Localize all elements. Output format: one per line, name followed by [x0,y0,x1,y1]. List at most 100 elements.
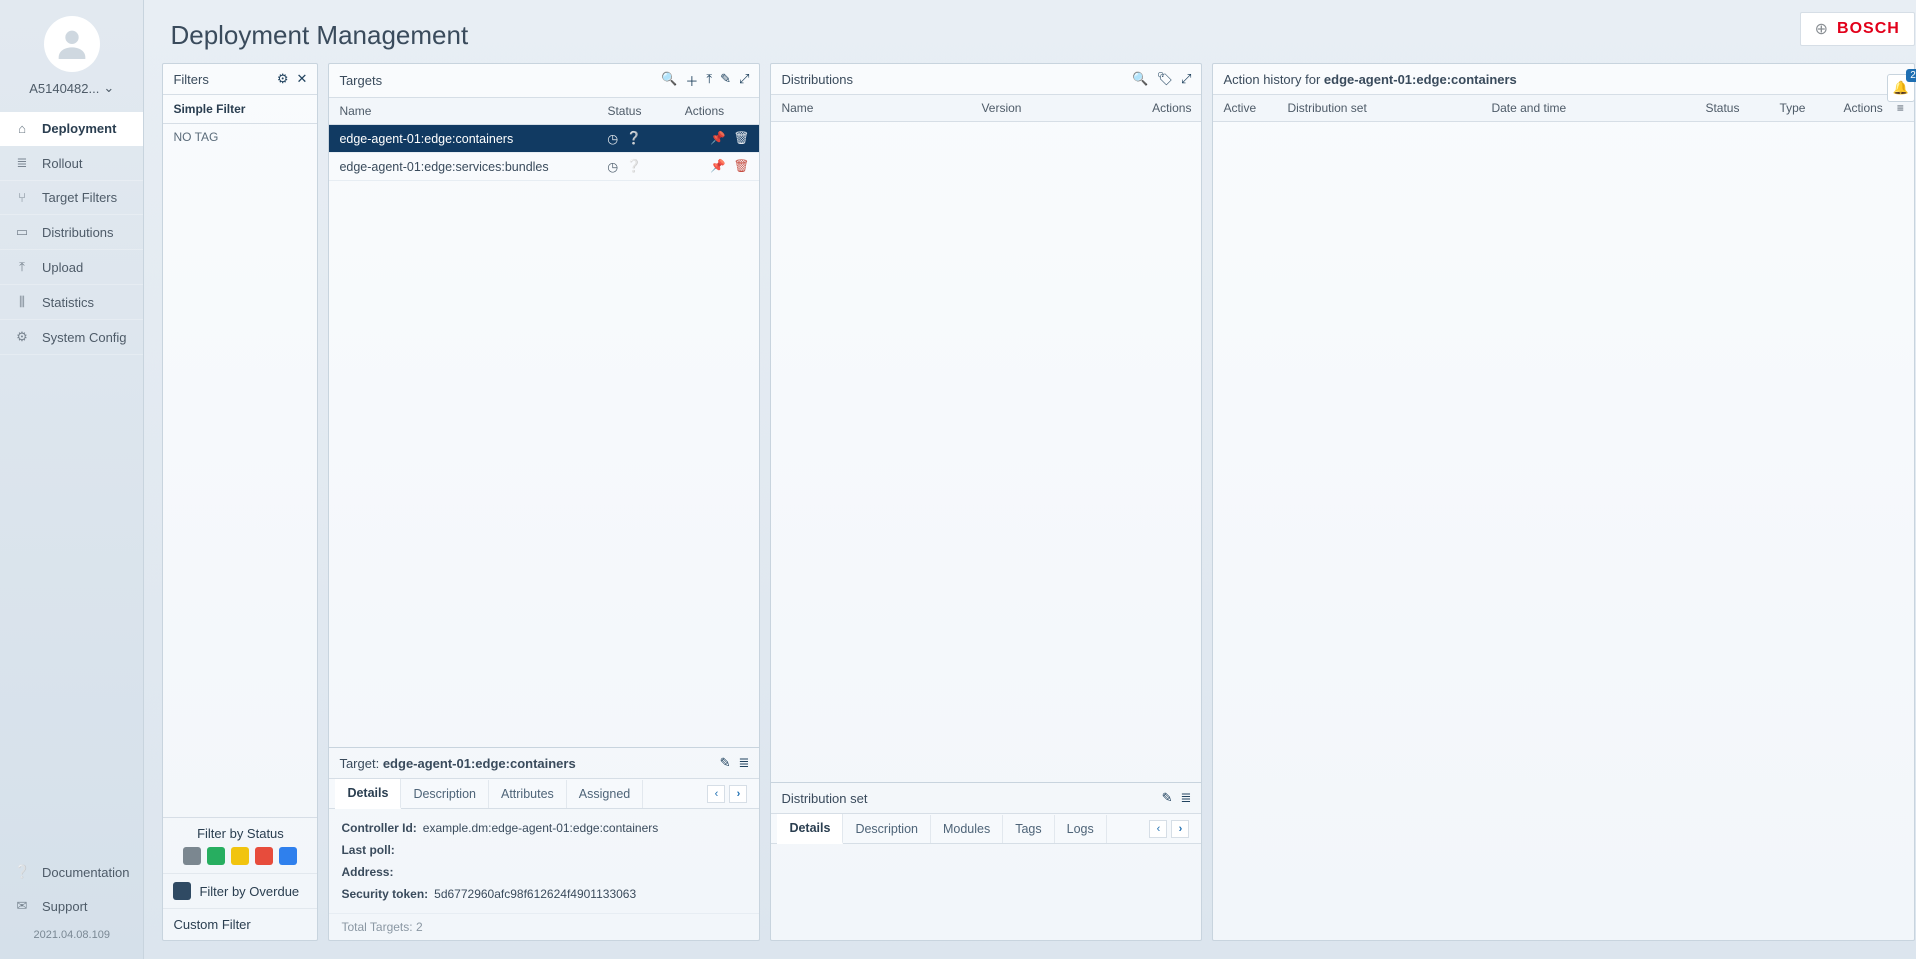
k-address: Address: [341,865,393,879]
expand-icon: ⤢ [739,71,749,86]
distribution-detail-edit-button[interactable]: ✎ [1162,790,1173,806]
col-actions: Actions [1843,101,1882,115]
search-icon: 🔍 [661,71,677,86]
nav-upload[interactable]: ⤒ Upload [0,250,143,285]
tab-details[interactable]: Details [335,779,401,809]
main-nav: ⌂Deployment ≣Rollout ⑂ Target Filters ▭Di… [0,112,143,355]
close-icon: ✕ [297,71,308,86]
tab-logs[interactable]: Logs [1055,815,1107,843]
tab-attributes[interactable]: Attributes [489,780,567,808]
col-status: Status [1705,101,1765,115]
search-icon: 🔍 [1132,71,1148,86]
pencil-icon: ✎ [720,71,731,86]
action-history-panel: Action history for edge-agent-01:edge:co… [1212,63,1914,941]
list-icon: ≣ [1181,790,1192,805]
nav-statistics[interactable]: ⫼Statistics [0,285,143,320]
targets-search-button[interactable]: 🔍 [661,71,677,90]
nav-deployment[interactable]: ⌂Deployment [0,112,143,146]
tabs-prev-button[interactable]: ‹ [707,785,725,803]
gear-icon: ⚙ [277,71,289,86]
trash-icon[interactable]: 🗑 [734,131,750,146]
tabs-next-button[interactable]: › [1171,820,1189,838]
tab-assigned[interactable]: Assigned [567,780,643,808]
distribution-detail-list-button[interactable]: ≣ [1181,790,1192,806]
briefcase-icon: ▭ [14,224,30,240]
sidebar-bottom: ❔Documentation ✉Support 2021.04.08.109 [0,855,143,959]
col-actions: Actions [1101,101,1191,115]
targets-add-button[interactable]: ＋ [685,71,698,90]
filter-icon: ⑂ [14,190,30,205]
notifications-button[interactable]: 🔔 2 [1887,74,1915,102]
filters-close-button[interactable]: ✕ [297,71,308,87]
nav-support[interactable]: ✉Support [0,889,143,923]
nav-label: Statistics [42,295,94,310]
nav-distributions[interactable]: ▭Distributions [0,215,143,250]
menu-icon: ≡ [1897,101,1904,115]
targets-footer: Total Targets: 2 [329,913,759,940]
nav-label: Support [42,899,88,914]
user-menu[interactable]: A5140482... ⌄ [29,80,114,96]
clock-icon: ◷ [607,159,618,174]
distribution-detail-tabs: Details Description Modules Tags Logs ‹ … [771,814,1201,844]
nav-label: Target Filters [42,190,117,205]
target-detail-list-button[interactable]: ≣ [739,755,750,771]
distributions-tag-button[interactable]: 🏷 [1157,71,1174,87]
tag-icon: 🏷 [1157,71,1174,86]
targets-edit-button[interactable]: ✎ [720,71,731,90]
clock-icon: ◷ [607,131,618,146]
target-detail-panel: Target: edge-agent-01:edge:containers ✎ … [329,747,759,940]
nav-label: Upload [42,260,83,275]
distributions-expand-button[interactable]: ⤢ [1181,71,1191,87]
filter-by-overdue[interactable]: Filter by Overdue [163,874,317,909]
filters-bottom: Filter by Status Filter by Overdue [163,817,317,940]
targets-bulk-button[interactable]: ⤒ [706,71,712,90]
filters-settings-button[interactable]: ⚙ [277,71,289,87]
col-actions: Actions [659,104,749,118]
action-history-menu-button[interactable]: ≡ [1897,101,1904,115]
pin-icon[interactable]: 📌 [710,131,726,146]
home-icon: ⌂ [14,121,30,136]
avatar [44,16,100,72]
tabs-next-button[interactable]: › [729,785,747,803]
tabs-prev-button[interactable]: ‹ [1149,820,1167,838]
page-title: Deployment Management [144,0,1916,63]
tab-description[interactable]: Description [843,815,931,843]
tab-description[interactable]: Description [401,780,489,808]
pin-icon[interactable]: 📌 [710,159,726,174]
target-detail-tabs: Details Description Attributes Assigned … [329,779,759,809]
status-swatch-error[interactable] [255,847,273,865]
col-active: Active [1223,101,1273,115]
pencil-icon: ✎ [720,755,731,770]
upload-icon: ⤒ [14,259,30,275]
tab-tags[interactable]: Tags [1003,815,1054,843]
custom-filter[interactable]: Custom Filter [163,909,317,940]
target-detail-edit-button[interactable]: ✎ [720,755,731,771]
distributions-table-header: Name Version Actions [771,95,1201,122]
nav-system-config[interactable]: ⚙System Config [0,320,143,355]
status-swatch-unknown[interactable] [183,847,201,865]
tab-details[interactable]: Details [777,814,843,844]
tab-modules[interactable]: Modules [931,815,1003,843]
col-status: Status [589,104,659,118]
col-version: Version [981,101,1101,115]
status-swatch-ok[interactable] [207,847,225,865]
distributions-search-button[interactable]: 🔍 [1132,71,1148,87]
nav-label: Rollout [42,156,82,171]
distributions-panel: Distributions 🔍 🏷 ⤢ Name Version Actions [770,63,1202,941]
action-history-title: Action history for edge-agent-01:edge:co… [1223,72,1516,87]
gear-icon: ⚙ [14,329,30,345]
trash-icon[interactable]: 🗑 [734,159,750,174]
status-swatch-info[interactable] [279,847,297,865]
target-row[interactable]: edge-agent-01:edge:containers ◷ ❔ 📌 🗑 [329,125,759,153]
nav-target-filters[interactable]: ⑂ Target Filters [0,181,143,215]
nav-documentation[interactable]: ❔Documentation [0,855,143,889]
targets-expand-button[interactable]: ⤢ [739,71,749,90]
targets-list: edge-agent-01:edge:containers ◷ ❔ 📌 🗑 ed… [329,125,759,747]
filter-no-tag[interactable]: NO TAG [163,124,317,150]
k-token: Security token: [341,887,428,901]
status-swatch-pending[interactable] [231,847,249,865]
nav-rollout[interactable]: ≣Rollout [0,146,143,181]
target-row[interactable]: edge-agent-01:edge:services:bundles ◷ ❔ … [329,153,759,181]
chevron-right-icon: › [1179,823,1183,835]
filter-by-overdue-label: Filter by Overdue [199,884,299,899]
